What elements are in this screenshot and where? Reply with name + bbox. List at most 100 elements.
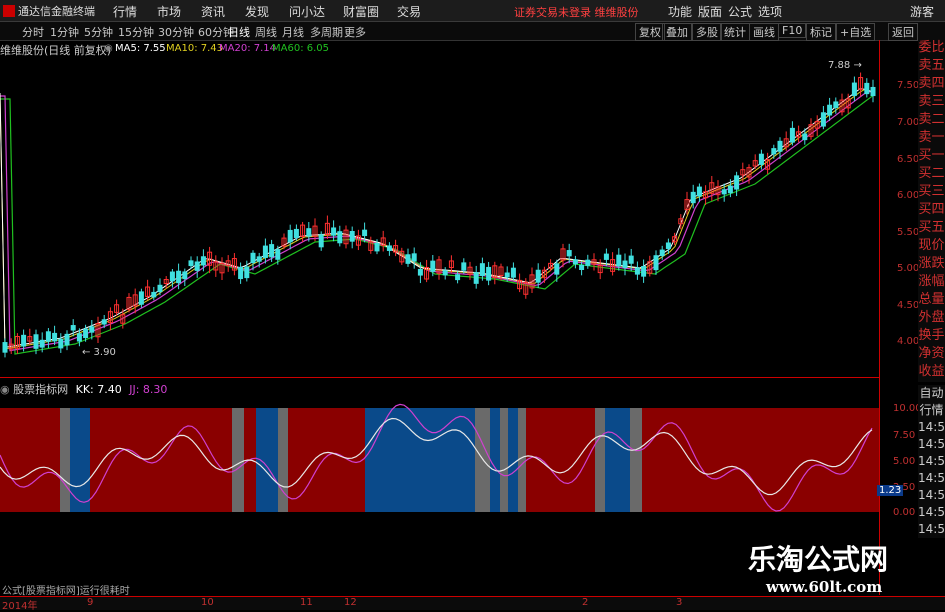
period-tab[interactable]: 多周期 (310, 24, 343, 40)
toolbar-button[interactable]: F10 (778, 23, 807, 38)
menu-item-news[interactable]: 资讯 (201, 3, 225, 20)
candle-body (318, 234, 324, 248)
candle-body (665, 242, 671, 249)
candle-body (200, 256, 206, 266)
toolbar-button[interactable]: 统计 (720, 23, 750, 41)
menu-item-ask[interactable]: 问小达 (289, 3, 325, 20)
toolbar-button[interactable]: 标记 (806, 23, 836, 41)
time-item: 14:56 (918, 522, 945, 536)
candle-body (2, 342, 8, 353)
ind-y-tick: 5.00 (893, 456, 916, 467)
toolbar-button[interactable]: 叠加 (662, 23, 692, 41)
candle-body (777, 140, 783, 152)
date-label: 2014年 (2, 601, 38, 612)
time-panel: 自动 行情 14:55 14:55 14:55 14:55 14:56 14:5… (918, 385, 945, 538)
candle-body (833, 101, 839, 109)
cursor-value: 1.23 (877, 485, 904, 496)
menu-item-options[interactable]: 选项 (758, 3, 782, 20)
candle-body (386, 245, 392, 251)
indicator-band (518, 408, 526, 512)
indicator-chart[interactable] (0, 395, 880, 525)
candle-body (479, 263, 485, 277)
toolbar-button[interactable]: 多股 (692, 23, 722, 41)
time-item[interactable]: 行情 (918, 402, 945, 419)
candle-body (151, 291, 157, 298)
candle-body (138, 291, 144, 305)
candle-body (461, 262, 467, 271)
candle-body (250, 252, 256, 264)
quote-item: 现价 (918, 238, 945, 253)
period-tab[interactable]: 周线 (255, 24, 277, 40)
period-tab[interactable]: 5分钟 (84, 24, 113, 40)
period-tab-more[interactable]: 更多 (344, 24, 366, 40)
settings-icon[interactable]: ◉ (104, 43, 113, 54)
quote-item: 买四 (918, 202, 945, 217)
candle-body (194, 261, 200, 271)
quote-item: 卖三 (918, 94, 945, 109)
menu-item-layout[interactable]: 版面 (698, 3, 722, 20)
menu-item-formula[interactable]: 公式 (728, 3, 752, 20)
menu-item-trade[interactable]: 交易 (397, 3, 421, 20)
y-tick: 6.50 (897, 154, 920, 165)
toolbar-button[interactable]: 返回 (888, 23, 918, 41)
candle-body (176, 270, 182, 284)
time-item: 14:56 (918, 488, 945, 502)
indicator-band (500, 408, 508, 512)
toolbar-button[interactable]: 画线 (749, 23, 779, 41)
candle-body (70, 325, 76, 331)
y-tick: 5.50 (897, 227, 920, 238)
indicator-band (232, 408, 244, 512)
indicator-band (526, 408, 595, 512)
toolbar-button[interactable]: +自选 (836, 23, 876, 41)
candle-body (554, 263, 560, 275)
menu-item-discover[interactable]: 发现 (245, 3, 269, 20)
candle-body (653, 255, 659, 271)
period-tab[interactable]: 1分钟 (50, 24, 79, 40)
ma10-label: MA10: 7.43 (166, 43, 224, 54)
y-tick: 7.00 (897, 117, 920, 128)
candle-body (641, 266, 647, 277)
menu-item-function[interactable]: 功能 (668, 3, 692, 20)
candle-body (169, 271, 175, 282)
menu-item-market[interactable]: 市场 (157, 3, 181, 20)
quote-item: 总量 (918, 292, 945, 307)
period-tab[interactable]: 15分钟 (118, 24, 154, 40)
date-label: 3 (676, 597, 683, 608)
candle-body (411, 253, 417, 262)
menu-item-quotes[interactable]: 行情 (113, 3, 137, 20)
period-tab[interactable]: 月线 (282, 24, 304, 40)
login-notice[interactable]: 证券交易未登录 维维股份 (514, 4, 639, 20)
candle-body (362, 229, 368, 237)
period-tab[interactable]: 30分钟 (158, 24, 194, 40)
date-axis: 2014年 9 10 11 12 2 3 (0, 596, 945, 612)
candle-body (337, 231, 343, 244)
candle-body (442, 270, 448, 276)
candle-body (473, 272, 479, 284)
watermark-title: 乐淘公式网 (748, 543, 889, 576)
menu-item-wealth[interactable]: 财富圈 (343, 3, 379, 20)
indicator-band (630, 408, 642, 512)
ma20-line (0, 91, 876, 352)
quote-item: 委比 (918, 40, 945, 55)
quote-item: 外盘 (918, 310, 945, 325)
quote-item: 卖五 (918, 58, 945, 73)
app-logo-icon (3, 5, 15, 17)
candle-body (293, 228, 299, 238)
user-label[interactable]: 游客 (910, 3, 934, 20)
period-tab-active[interactable]: 日线 (228, 24, 250, 40)
date-label: 11 (300, 597, 313, 608)
candle-body (188, 260, 194, 267)
candle-body (58, 338, 64, 349)
indicator-band (70, 408, 90, 512)
candlestick-chart[interactable]: 7.88 → ← 3.90 (0, 58, 880, 376)
quote-item: 买五 (918, 220, 945, 235)
toolbar-button[interactable]: 复权 (635, 23, 665, 41)
candle-body (331, 227, 337, 236)
quote-item: 换手 (918, 328, 945, 343)
y-tick: 6.00 (897, 190, 920, 201)
chart-title: 维维股份(日线 前复权) (0, 44, 112, 57)
time-item[interactable]: 自动 (918, 385, 945, 402)
candle-body (64, 333, 70, 346)
period-tab[interactable]: 分时 (22, 24, 44, 40)
quote-item: 涨幅 (918, 274, 945, 289)
